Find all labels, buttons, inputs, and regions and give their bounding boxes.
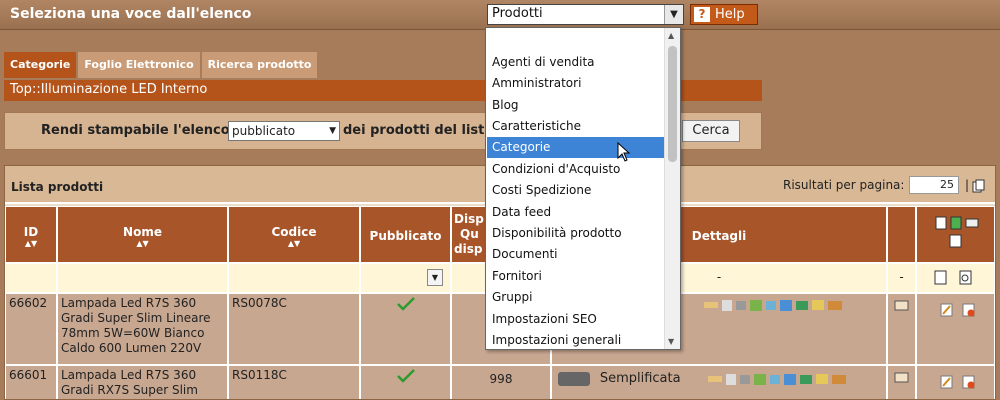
column-header-pubblicato[interactable]: Pubblicato bbox=[360, 206, 451, 263]
chevron-down-icon[interactable]: ▼ bbox=[427, 269, 443, 286]
column-header-codice[interactable]: Codice ▲▼ bbox=[228, 206, 360, 263]
column-header-id-label: ID bbox=[23, 225, 39, 239]
edit-delete-icons[interactable] bbox=[939, 302, 979, 318]
product-list-title: Lista prodotti bbox=[11, 180, 104, 194]
copy-icon[interactable] bbox=[894, 300, 910, 312]
table-row-2-actions bbox=[916, 365, 995, 399]
help-button-label: Help bbox=[715, 7, 745, 22]
dropdown-option[interactable]: Blog bbox=[487, 95, 665, 116]
table-row-2-qty: 998 bbox=[451, 365, 551, 399]
search-button[interactable]: Cerca bbox=[682, 120, 740, 142]
row-detail-icons[interactable] bbox=[706, 372, 876, 386]
filter-blank: - bbox=[887, 263, 916, 293]
list-actions-icons[interactable] bbox=[928, 214, 984, 252]
table-row-2-nome[interactable]: Lampada Led R7S 360 Gradi RX7S Super Sli… bbox=[57, 365, 228, 399]
toggle-icon[interactable] bbox=[558, 371, 590, 386]
copy-icon[interactable] bbox=[894, 372, 910, 384]
results-per-page-label: Risultati per pagina: bbox=[783, 178, 905, 192]
table-row-2-pubblicato[interactable] bbox=[360, 365, 451, 399]
edit-delete-icons[interactable] bbox=[939, 374, 979, 390]
table-row-1-copy[interactable] bbox=[887, 293, 916, 365]
filter-actions bbox=[916, 263, 995, 293]
dropdown-option[interactable]: Impostazioni generali bbox=[487, 330, 665, 349]
tab-ricerca-prodotto[interactable]: Ricerca prodotto bbox=[201, 52, 318, 78]
dropdown-option[interactable]: Condizioni d'Acquisto bbox=[487, 159, 665, 180]
dropdown-option[interactable]: Disponibilità prodotto bbox=[487, 223, 665, 244]
column-header-id[interactable]: ID ▲▼ bbox=[5, 206, 57, 263]
section-dropdown-list: Agenti di vendita Amministratori Blog Ca… bbox=[485, 27, 681, 350]
mouse-cursor-icon bbox=[617, 142, 631, 162]
row-detail-icons[interactable] bbox=[702, 298, 872, 312]
table-row-1-actions bbox=[916, 293, 995, 365]
filter-nome[interactable] bbox=[57, 263, 228, 293]
dropdown-scrollbar[interactable]: ▲ ▼ bbox=[664, 28, 680, 349]
copy-icon[interactable] bbox=[972, 179, 986, 193]
scroll-up-icon[interactable]: ▲ bbox=[668, 31, 674, 40]
table-row-2-mode: Semplificata bbox=[599, 371, 681, 386]
filter-clear-icons[interactable] bbox=[931, 269, 981, 287]
help-button[interactable]: ? Help bbox=[690, 4, 758, 25]
separator: | bbox=[965, 178, 970, 192]
table-row-1-id: 66602 bbox=[5, 293, 57, 365]
filter-id[interactable] bbox=[5, 263, 57, 293]
table-row-1-pubblicato[interactable] bbox=[360, 293, 451, 365]
dropdown-option[interactable]: Amministratori bbox=[487, 73, 665, 94]
tab-foglio-elettronico[interactable]: Foglio Elettronico bbox=[78, 52, 200, 78]
publish-status-value: pubblicato bbox=[232, 124, 296, 138]
chevron-down-icon[interactable]: ▼ bbox=[664, 5, 683, 24]
scroll-down-icon[interactable]: ▼ bbox=[668, 337, 674, 346]
page-title: Seleziona una voce dall'elenco bbox=[10, 6, 252, 22]
question-mark-icon: ? bbox=[694, 7, 710, 22]
dropdown-option[interactable]: Impostazioni SEO bbox=[487, 309, 665, 330]
listing-label: dei prodotti del listi bbox=[343, 123, 489, 138]
column-header-blank bbox=[887, 206, 916, 263]
chevron-down-icon: ▼ bbox=[329, 126, 336, 136]
print-label: Rendi stampabile l'elenco bbox=[41, 123, 230, 138]
dropdown-option[interactable]: Fornitori bbox=[487, 266, 665, 287]
filter-codice[interactable] bbox=[228, 263, 360, 293]
table-row-2-id: 66601 bbox=[5, 365, 57, 399]
dropdown-option[interactable]: Gruppi bbox=[487, 287, 665, 308]
publish-status-select[interactable]: pubblicato ▼ bbox=[228, 121, 340, 141]
tab-bar: Categorie Foglio Elettronico Ricerca pro… bbox=[4, 52, 319, 78]
scrollbar-thumb[interactable] bbox=[668, 46, 677, 162]
dropdown-option[interactable]: Costi Spedizione bbox=[487, 180, 665, 201]
column-header-codice-label: Codice bbox=[271, 225, 317, 239]
table-row-2-copy[interactable] bbox=[887, 365, 916, 399]
tab-categorie[interactable]: Categorie bbox=[4, 52, 77, 78]
table-row-1-nome[interactable]: Lampada Led R7S 360 Gradi Super Slim Lin… bbox=[57, 293, 228, 365]
check-icon[interactable] bbox=[396, 368, 416, 384]
sort-icon[interactable]: ▲▼ bbox=[58, 239, 227, 248]
dropdown-option[interactable]: Agenti di vendita bbox=[487, 52, 665, 73]
dropdown-option-highlighted[interactable]: Categorie bbox=[487, 137, 665, 158]
dropdown-option[interactable]: Data feed bbox=[487, 202, 665, 223]
filter-pubblicato[interactable]: ▼ bbox=[360, 263, 451, 293]
results-per-page-input[interactable]: 25 bbox=[909, 176, 959, 194]
check-icon[interactable] bbox=[396, 296, 416, 312]
section-select[interactable]: Prodotti bbox=[487, 4, 684, 25]
column-header-actions bbox=[916, 206, 995, 263]
column-header-nome[interactable]: Nome ▲▼ bbox=[57, 206, 228, 263]
dropdown-option[interactable]: Documenti bbox=[487, 244, 665, 265]
table-row-1-codice: RS0078C bbox=[228, 293, 360, 365]
column-header-nome-label: Nome bbox=[123, 225, 162, 239]
top-bar: Seleziona una voce dall'elenco Prodotti … bbox=[0, 0, 1000, 30]
table-row-2-codice: RS0118C bbox=[228, 365, 360, 399]
sort-icon[interactable]: ▲▼ bbox=[229, 239, 359, 248]
table-row-2-dettagli: Semplificata bbox=[551, 365, 887, 399]
dropdown-option[interactable]: Caratteristiche bbox=[487, 116, 665, 137]
sort-icon[interactable]: ▲▼ bbox=[6, 239, 56, 248]
